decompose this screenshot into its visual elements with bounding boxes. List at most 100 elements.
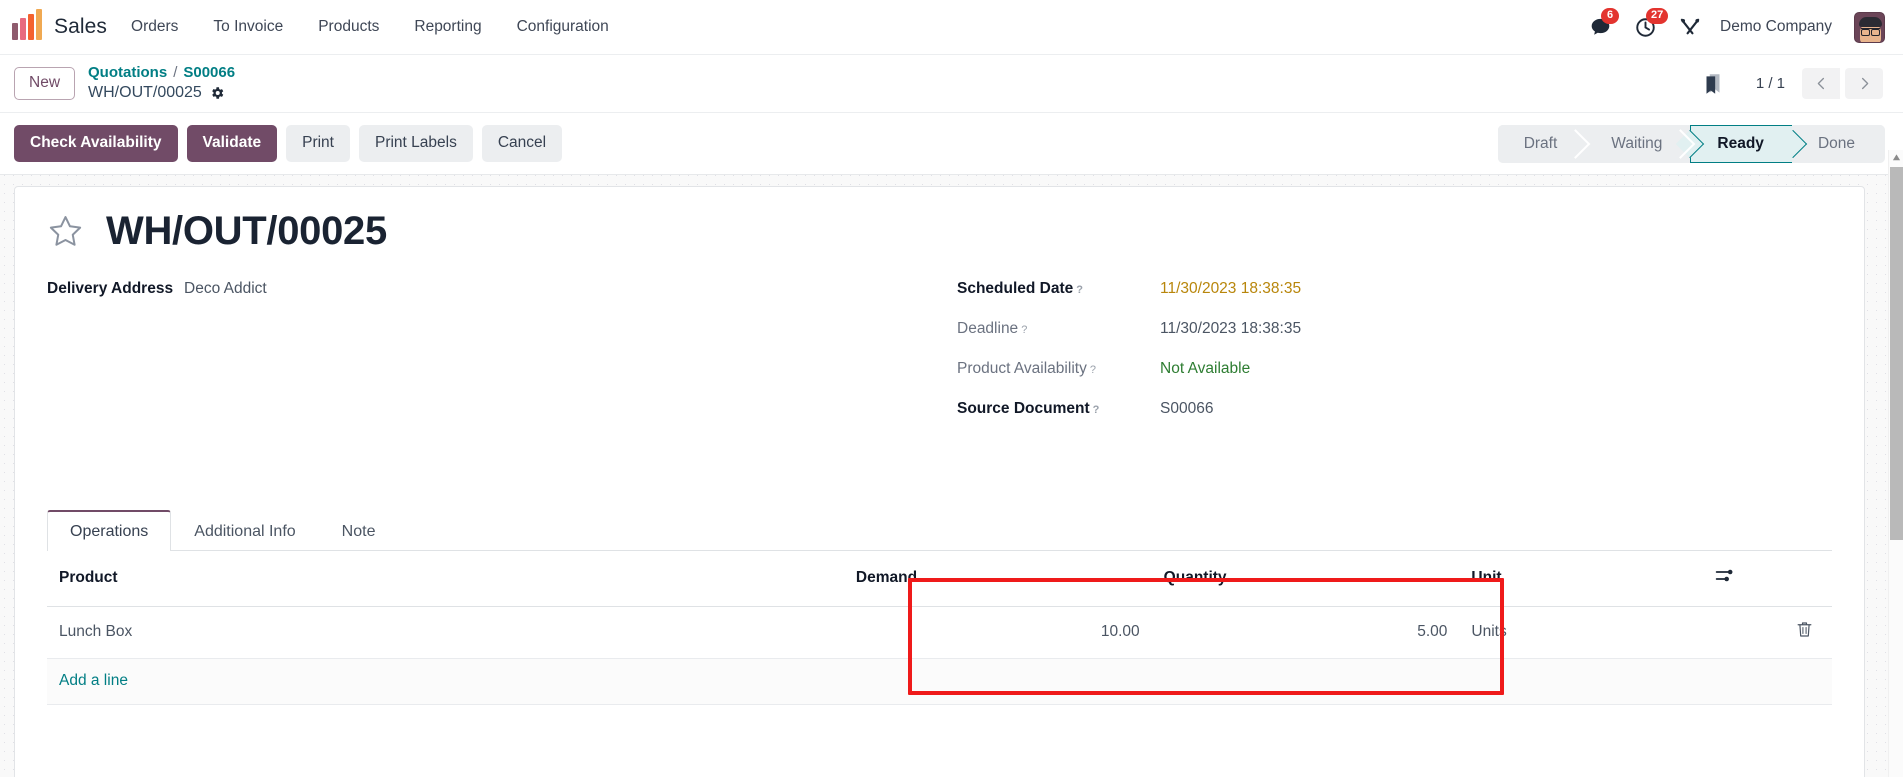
menu-item-products[interactable]: Products: [316, 14, 381, 40]
field-label-source-document: Source Document ?: [957, 400, 1160, 418]
company-switcher[interactable]: Demo Company: [1720, 18, 1832, 36]
user-avatar-menu[interactable]: [1854, 11, 1885, 43]
app-name-sales[interactable]: Sales: [54, 15, 107, 39]
status-bar: Draft Waiting Ready Done: [1497, 124, 1885, 163]
help-tooltip-icon[interactable]: ?: [1076, 284, 1083, 296]
field-scheduled-date: Scheduled Date ? 11/30/2023 18:38:35: [957, 280, 1832, 298]
wrench-tools-icon: [1680, 18, 1700, 34]
label-text: Product Availability: [957, 360, 1087, 377]
form-columns: Delivery Address Deco Addict Scheduled D…: [47, 280, 1832, 440]
vertical-scrollbar[interactable]: [1888, 150, 1903, 777]
menu-item-reporting[interactable]: Reporting: [412, 14, 483, 40]
menu-item-to-invoice[interactable]: To Invoice: [211, 14, 285, 40]
field-value-deadline[interactable]: 11/30/2023 18:38:35: [1160, 320, 1301, 338]
cancel-button[interactable]: Cancel: [481, 125, 563, 162]
pager-value[interactable]: 1 / 1: [1756, 75, 1785, 92]
developer-tools-menu[interactable]: [1679, 16, 1702, 39]
field-deadline: Deadline ? 11/30/2023 18:38:35: [957, 320, 1832, 338]
column-header-demand[interactable]: Demand: [843, 551, 1152, 607]
validate-button[interactable]: Validate: [186, 125, 278, 162]
form-sheet-inner: WH/OUT/00025 Delivery Address Deco Addic…: [15, 187, 1864, 705]
table-body: Lunch Box 10.00 5.00 Units Add a line: [47, 606, 1832, 705]
page-title: WH/OUT/00025: [106, 209, 387, 253]
activities-badge: 27: [1646, 7, 1669, 24]
add-a-line-link[interactable]: Add a line: [59, 672, 128, 689]
table-header-row: Product Demand Quantity Unit: [47, 551, 1832, 607]
status-stage-ready[interactable]: Ready: [1690, 124, 1792, 163]
pager-next-button[interactable]: [1845, 68, 1883, 99]
label-text: Deadline: [957, 320, 1019, 337]
messages-badge: 6: [1601, 7, 1619, 24]
column-header-unit[interactable]: Unit: [1459, 551, 1703, 607]
operations-table: Product Demand Quantity Unit Lunch Box 1…: [47, 551, 1832, 705]
field-label-scheduled-date: Scheduled Date ?: [957, 280, 1160, 298]
print-button[interactable]: Print: [286, 125, 350, 162]
column-header-product[interactable]: Product: [47, 551, 844, 607]
form-sheet: WH/OUT/00025 Delivery Address Deco Addic…: [14, 186, 1865, 777]
help-tooltip-icon[interactable]: ?: [1021, 324, 1027, 336]
field-source-document: Source Document ? S00066: [957, 400, 1832, 418]
cell-product[interactable]: Lunch Box: [47, 606, 844, 659]
field-value-product-availability: Not Available: [1160, 360, 1251, 377]
gear-icon[interactable]: [209, 85, 225, 101]
notebook-tabs: Operations Additional Info Note: [47, 510, 1832, 551]
breadcrumb: Quotations / S00066 WH/OUT/00025: [88, 64, 235, 103]
messages-menu[interactable]: 6: [1589, 7, 1619, 39]
field-delivery-address: Delivery Address Deco Addict: [47, 280, 927, 298]
cell-actions: [1702, 606, 1832, 659]
pager-zone: 1 / 1: [1700, 68, 1887, 99]
breadcrumb-trail: Quotations / S00066: [88, 64, 235, 82]
chevron-right-icon: [1861, 77, 1868, 90]
field-label-delivery-address: Delivery Address: [47, 280, 174, 297]
star-outline-icon[interactable]: [47, 213, 84, 250]
menu-item-configuration[interactable]: Configuration: [515, 14, 611, 40]
tab-operations[interactable]: Operations: [47, 510, 172, 551]
status-stage-draft[interactable]: Draft: [1497, 124, 1586, 163]
scroll-up-arrow-icon[interactable]: [1889, 150, 1903, 165]
breadcrumb-current: WH/OUT/00025: [88, 84, 235, 103]
column-settings-sliders-icon[interactable]: [1714, 565, 1735, 586]
breadcrumb-separator: /: [173, 64, 178, 82]
breadcrumb-item-quotations[interactable]: Quotations: [88, 64, 167, 82]
help-tooltip-icon[interactable]: ?: [1090, 364, 1096, 376]
column-header-quantity[interactable]: Quantity: [1151, 551, 1460, 607]
status-stage-waiting[interactable]: Waiting: [1585, 124, 1691, 163]
odoo-app-window: Sales Orders To Invoice Products Reporti…: [0, 0, 1903, 777]
breadcrumb-current-label: WH/OUT/00025: [88, 83, 202, 101]
field-value-scheduled-date[interactable]: 11/30/2023 18:38:35: [1160, 280, 1301, 298]
field-value-source-document[interactable]: S00066: [1160, 400, 1213, 418]
form-left-column: Delivery Address Deco Addict: [47, 280, 927, 440]
field-value-delivery-address[interactable]: Deco Addict: [184, 280, 267, 298]
field-label-deadline: Deadline ?: [957, 320, 1160, 338]
cell-demand[interactable]: 10.00: [843, 606, 1152, 659]
print-labels-button[interactable]: Print Labels: [358, 125, 473, 162]
tab-note[interactable]: Note: [319, 511, 399, 551]
tab-additional-info[interactable]: Additional Info: [171, 511, 318, 551]
column-header-options: [1702, 551, 1832, 607]
action-button-bar: Check Availability Validate Print Print …: [0, 113, 1903, 175]
table-row[interactable]: Lunch Box 10.00 5.00 Units: [47, 606, 1832, 659]
help-tooltip-icon[interactable]: ?: [1093, 404, 1100, 416]
add-line-cell: Add a line: [47, 658, 1832, 705]
trash-icon[interactable]: [1795, 620, 1814, 639]
top-navbar: Sales Orders To Invoice Products Reporti…: [0, 0, 1903, 55]
breadcrumb-item-s00066[interactable]: S00066: [183, 64, 235, 82]
menu-item-orders[interactable]: Orders: [129, 14, 180, 40]
check-availability-button[interactable]: Check Availability: [14, 125, 178, 162]
form-right-column: Scheduled Date ? 11/30/2023 18:38:35 Dea…: [927, 280, 1832, 440]
new-record-button[interactable]: New: [14, 67, 76, 100]
odoo-bars-logo[interactable]: [10, 9, 44, 44]
field-product-availability: Product Availability ? Not Available: [957, 360, 1832, 378]
ribbon-bookmark-icon[interactable]: [1700, 71, 1726, 97]
record-title-row: WH/OUT/00025: [47, 209, 1832, 254]
main-menu: Orders To Invoice Products Reporting Con…: [129, 14, 611, 40]
cell-quantity[interactable]: 5.00: [1151, 606, 1460, 659]
label-text: Scheduled Date: [957, 280, 1074, 297]
control-panel: New Quotations / S00066 WH/OUT/00025 1 /…: [0, 55, 1903, 113]
label-text: Source Document: [957, 400, 1090, 417]
scrollbar-thumb[interactable]: [1890, 167, 1903, 540]
activities-menu[interactable]: 27: [1634, 7, 1669, 39]
pager-previous-button[interactable]: [1802, 68, 1840, 99]
add-line-row[interactable]: Add a line: [47, 658, 1832, 705]
cell-unit[interactable]: Units: [1459, 606, 1703, 659]
